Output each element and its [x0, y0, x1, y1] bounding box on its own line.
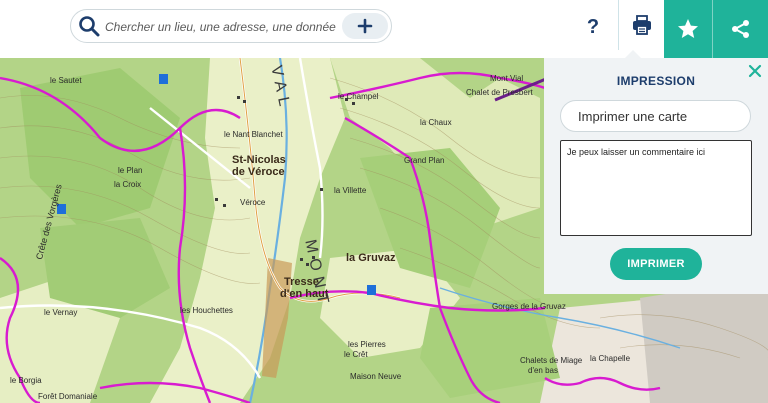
printer-icon: [632, 15, 651, 35]
star-icon: [678, 19, 698, 38]
print-panel: IMPRESSION Je peux laisser un commentair…: [544, 58, 768, 294]
top-toolbar: ?: [0, 0, 768, 58]
print-panel-title: IMPRESSION: [616, 74, 696, 88]
print-submit-button[interactable]: IMPRIMER: [610, 248, 702, 280]
print-title-input[interactable]: [560, 100, 751, 132]
map-label-de-veroce: de Véroce: [232, 166, 285, 178]
map-label-la-croix: la Croix: [114, 180, 142, 189]
favorites-button[interactable]: [664, 0, 712, 58]
plus-icon: [357, 18, 373, 34]
map-label-veroce: Véroce: [240, 198, 266, 207]
help-button[interactable]: ?: [580, 10, 606, 44]
map-label-chalets-miage: Chalets de Miage: [520, 356, 583, 365]
print-button[interactable]: [618, 0, 664, 50]
search-input[interactable]: [105, 17, 337, 37]
map-label-nant-blanchet: le Nant Blanchet: [224, 130, 283, 139]
add-data-button[interactable]: [342, 13, 388, 39]
map-label-la-chaux: la Chaux: [420, 118, 452, 127]
map-label-den-bas: d'en bas: [528, 366, 558, 375]
map-label-le-cret: le Crêt: [344, 350, 368, 359]
map-label-le-champel: le Champel: [338, 92, 379, 101]
share-button[interactable]: [712, 0, 768, 58]
map-label-le-vernay: le Vernay: [44, 308, 78, 317]
share-icon: [731, 20, 749, 38]
map-label-le-sautet: le Sautet: [50, 76, 82, 85]
map-label-st-nicolas: St-Nicolas: [232, 154, 286, 166]
map-label-la-villette: la Villette: [334, 186, 367, 195]
map-label-le-plan: le Plan: [118, 166, 143, 175]
map-label-gorges: Gorges de la Gruvaz: [492, 302, 566, 311]
print-panel-caret: [625, 50, 641, 58]
map-label-chalet-presbert: Chalet de Presbert: [466, 88, 533, 97]
map-label-les-pierres: les Pierres: [348, 340, 386, 349]
map-label-grand-plan: Grand Plan: [404, 156, 445, 165]
close-icon[interactable]: [747, 63, 763, 79]
map-label-foret-domaniale: Forêt Domaniale: [38, 392, 98, 401]
map-label-le-borgia: le Borgia: [10, 376, 42, 385]
print-comment-textarea[interactable]: Je peux laisser un commentaire ici: [560, 140, 752, 236]
map-label-mont-vial: Mont Vial: [490, 74, 524, 83]
map-label-les-houchettes: les Houchettes: [180, 306, 233, 315]
map-label-la-gruvaz: la Gruvaz: [346, 252, 396, 264]
search-icon[interactable]: [78, 15, 100, 37]
search-bar: [70, 9, 392, 43]
map-label-maison-neuve: Maison Neuve: [350, 372, 402, 381]
map-label-la-chapelle: la Chapelle: [590, 354, 631, 363]
app-root: le Champel Chalet de Presbert St-Nicolas…: [0, 0, 768, 403]
